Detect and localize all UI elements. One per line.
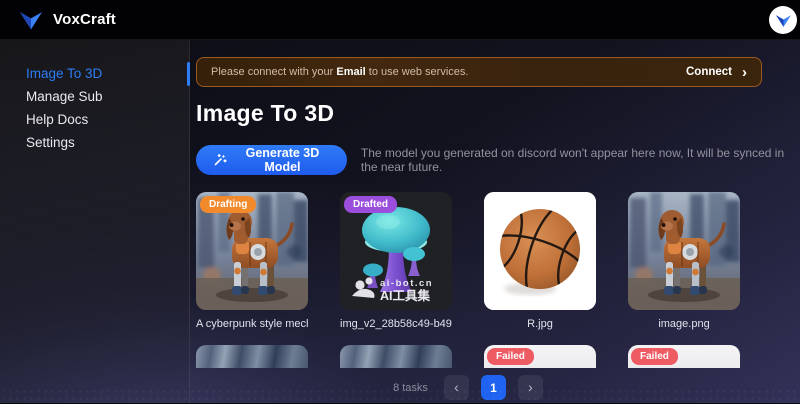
actions-row: Generate 3D Model The model you generate… xyxy=(196,145,800,175)
banner-email-word: Email xyxy=(336,66,365,78)
chevron-right-icon: › xyxy=(528,379,533,395)
model-thumbnail-basketball[interactable] xyxy=(484,192,596,310)
pagination: 8 tasks ‹ 1 › xyxy=(196,375,740,400)
task-count: 8 tasks xyxy=(393,382,428,394)
basketball-image xyxy=(484,192,596,310)
brand: VoxCraft xyxy=(18,9,116,31)
model-thumbnail-cyberpunk-dog[interactable] xyxy=(628,192,740,310)
sidebar-item-label: Image To 3D xyxy=(26,66,102,81)
connect-label: Connect xyxy=(686,66,732,78)
sidebar-item-settings[interactable]: Settings xyxy=(0,133,189,156)
voxcraft-logo-icon xyxy=(18,9,44,31)
active-indicator xyxy=(187,62,190,86)
sidebar-item-label: Manage Sub xyxy=(26,89,103,104)
card-caption: R.jpg xyxy=(484,318,596,330)
model-thumbnail-cyberpunk-dog[interactable]: Drafting xyxy=(196,192,308,310)
avatar-v-icon xyxy=(775,13,792,28)
magic-wand-icon xyxy=(213,153,227,167)
sidebar-item-image-to-3d[interactable]: Image To 3D xyxy=(0,64,189,87)
page-body: Image To 3D Manage Sub Help Docs Setting… xyxy=(0,40,800,403)
status-badge-drafted: Drafted xyxy=(344,196,397,213)
discord-sync-notice: The model you generated on discord won't… xyxy=(361,146,800,174)
user-avatar[interactable] xyxy=(769,6,797,34)
sidebar: Image To 3D Manage Sub Help Docs Setting… xyxy=(0,40,190,403)
model-card: ai-bot.cn AI工具集 Drafted img_v2_28b58c49-… xyxy=(340,192,452,330)
status-badge-failed: Failed xyxy=(631,348,678,365)
card-caption: image.png xyxy=(628,318,740,330)
model-card: R.jpg xyxy=(484,192,596,330)
watermark-domain: ai-bot.cn xyxy=(380,278,433,289)
card-caption: A cyberpunk style mechanical... xyxy=(196,318,308,330)
sidebar-item-label: Help Docs xyxy=(26,112,88,127)
banner-message-prefix: Please connect with your xyxy=(211,66,336,78)
watermark-cjk: AI工具集 xyxy=(380,288,431,303)
sidebar-item-help-docs[interactable]: Help Docs xyxy=(0,110,189,133)
model-thumbnail-partial[interactable]: Failed xyxy=(628,345,740,368)
model-thumbnail-partial[interactable] xyxy=(196,345,308,368)
sidebar-item-manage-sub[interactable]: Manage Sub xyxy=(0,87,189,110)
status-badge-failed: Failed xyxy=(487,348,534,365)
top-bar: VoxCraft xyxy=(0,0,800,40)
card-caption: img_v2_28b58c49-b49d-4e59... xyxy=(340,318,452,330)
main-panel: Please connect with your Email to use we… xyxy=(190,40,800,403)
cyberpunk-dog-image xyxy=(628,192,740,310)
chevron-left-icon: ‹ xyxy=(454,379,459,395)
model-thumbnail-partial[interactable] xyxy=(340,345,452,368)
model-card-grid-row2: Failed Failed xyxy=(196,345,740,368)
connect-button[interactable]: Connect › xyxy=(686,66,747,78)
sidebar-item-label: Settings xyxy=(26,135,75,150)
model-card: image.png xyxy=(628,192,740,330)
prev-page-button[interactable]: ‹ xyxy=(444,375,469,400)
model-thumbnail-mushroom[interactable]: ai-bot.cn AI工具集 Drafted xyxy=(340,192,452,310)
page-title: Image To 3D xyxy=(196,100,800,127)
chevron-right-icon: › xyxy=(742,67,747,78)
banner-message: Please connect with your Email to use we… xyxy=(211,66,686,78)
generate-3d-model-button[interactable]: Generate 3D Model xyxy=(196,145,347,175)
brand-name: VoxCraft xyxy=(53,11,116,28)
generate-button-label: Generate 3D Model xyxy=(235,146,330,174)
email-connect-banner: Please connect with your Email to use we… xyxy=(196,57,762,87)
model-thumbnail-partial[interactable]: Failed xyxy=(484,345,596,368)
status-badge-drafting: Drafting xyxy=(200,196,256,213)
banner-message-suffix: to use web services. xyxy=(366,66,469,78)
next-page-button[interactable]: › xyxy=(518,375,543,400)
model-card-grid: Drafting A cyberpunk style mechanical... xyxy=(196,192,740,330)
page-1-button[interactable]: 1 xyxy=(481,375,506,400)
model-card: Drafting A cyberpunk style mechanical... xyxy=(196,192,308,330)
